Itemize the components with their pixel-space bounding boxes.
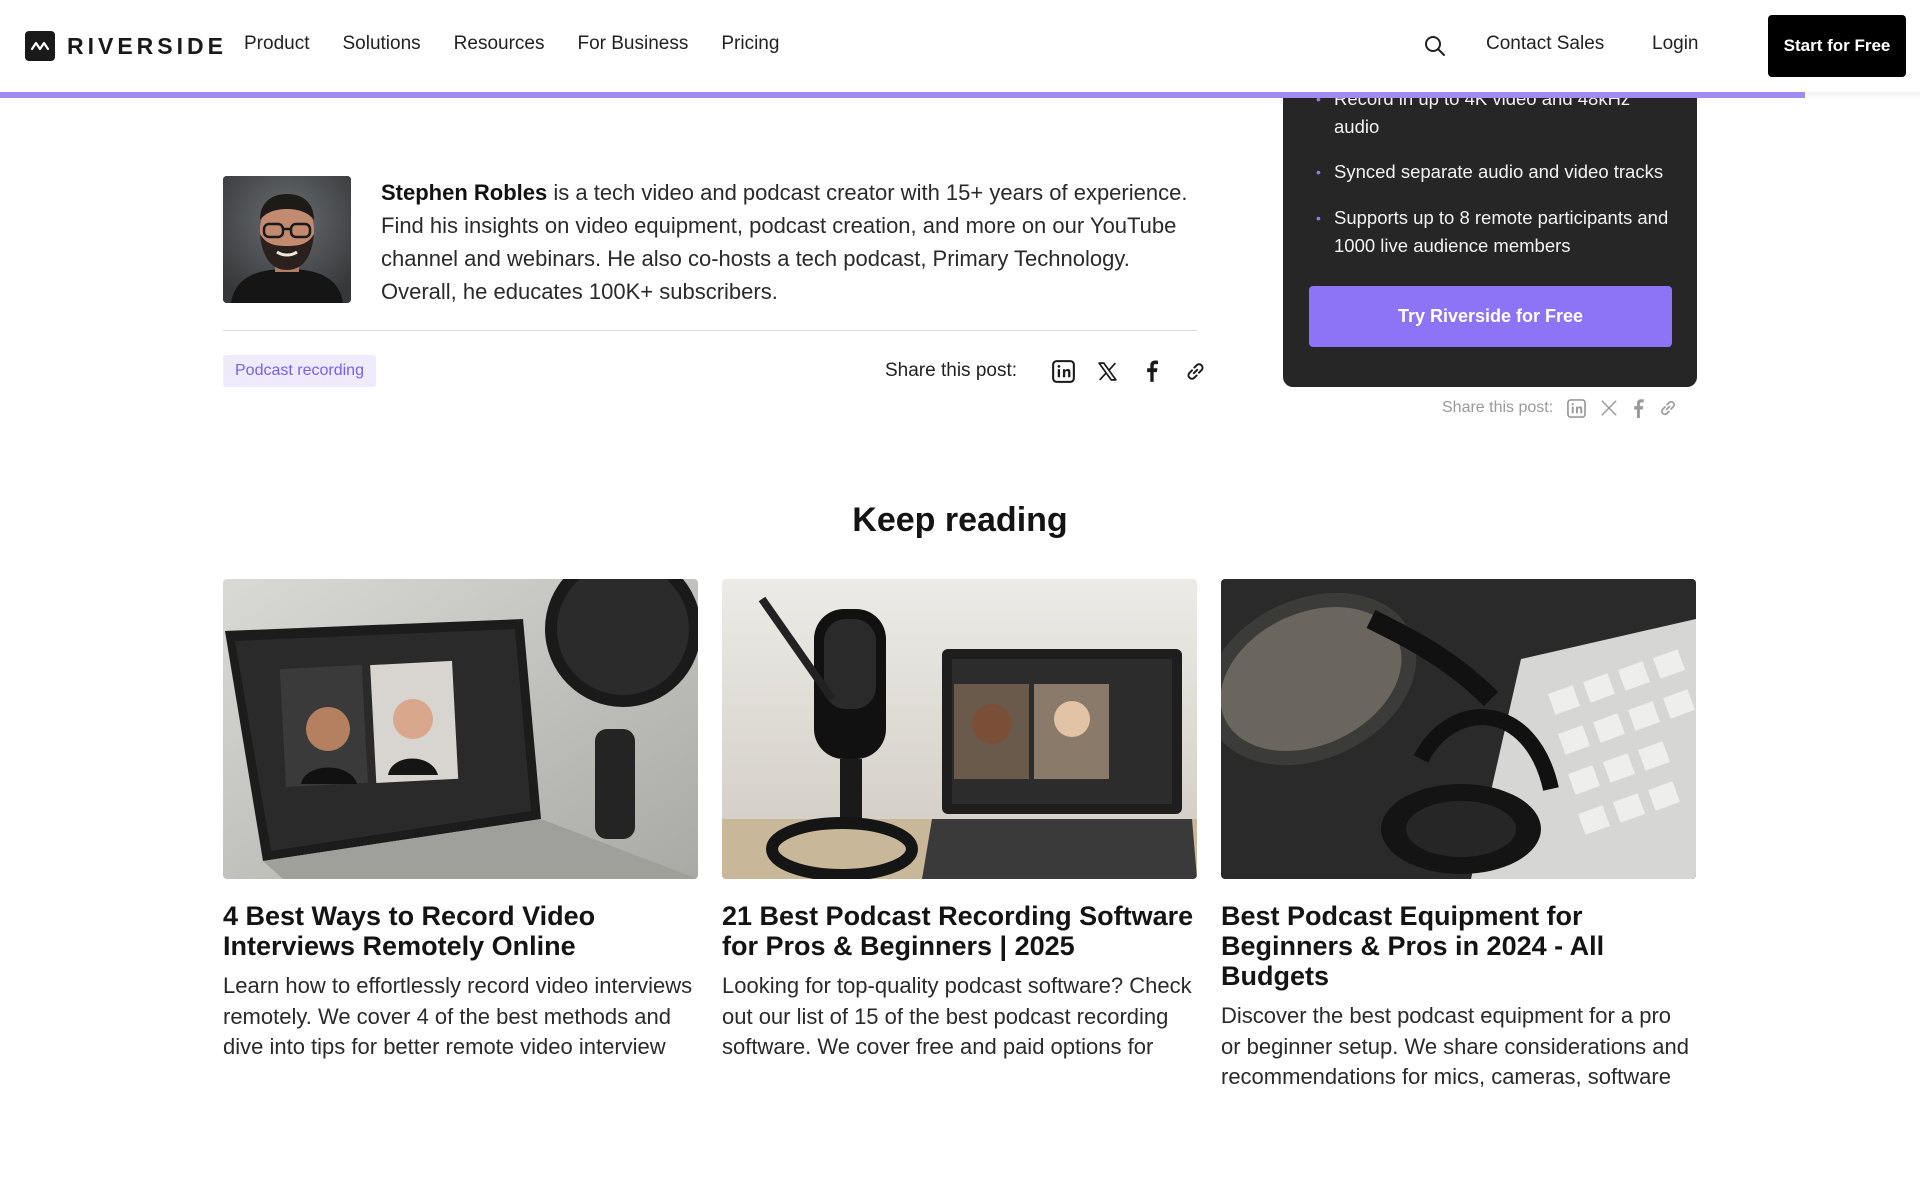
- article-title[interactable]: Best Podcast Equipment for Beginners & P…: [1221, 901, 1696, 991]
- category-tag[interactable]: Podcast recording: [223, 355, 376, 387]
- share-row: Share this post:: [885, 356, 1217, 386]
- share-label: Share this post:: [885, 360, 1018, 381]
- article-card[interactable]: Best Podcast Equipment for Beginners & P…: [1221, 579, 1696, 1093]
- nav-product[interactable]: Product: [244, 33, 309, 55]
- author-name[interactable]: Stephen Robles: [381, 180, 547, 205]
- divider: [223, 330, 1197, 331]
- facebook-icon[interactable]: [1129, 356, 1173, 386]
- copy-link-icon[interactable]: [1173, 356, 1217, 386]
- riverside-logo-mark-icon: [25, 31, 55, 61]
- logo-text: RIVERSIDE: [67, 32, 227, 59]
- article-title[interactable]: 21 Best Podcast Recording Software for P…: [722, 901, 1197, 961]
- article-thumbnail[interactable]: [1221, 579, 1696, 879]
- nav-pricing[interactable]: Pricing: [721, 33, 779, 55]
- article-description: Learn how to effortlessly record video i…: [223, 973, 693, 1059]
- article-description: Looking for top-quality podcast software…: [722, 973, 1192, 1059]
- keep-reading-heading: Keep reading: [852, 501, 1068, 539]
- linkedin-icon[interactable]: [1567, 398, 1587, 418]
- author-avatar: [223, 176, 351, 303]
- riverside-logo[interactable]: RIVERSIDE: [25, 31, 227, 61]
- sidebar-share-label: Share this post:: [1442, 399, 1554, 416]
- site-header: RIVERSIDE Product Solutions Resources Fo…: [0, 0, 1920, 92]
- main-nav: Product Solutions Resources For Business…: [244, 33, 779, 55]
- nav-solutions[interactable]: Solutions: [342, 33, 420, 55]
- article-card[interactable]: 21 Best Podcast Recording Software for P…: [722, 579, 1197, 1063]
- start-for-free-button[interactable]: Start for Free: [1768, 15, 1906, 77]
- x-icon[interactable]: [1600, 399, 1618, 417]
- feature-bullet: Supports up to 8 remote participants and…: [1316, 204, 1674, 260]
- sidebar-share-row: Share this post:: [1442, 398, 1678, 418]
- feature-bullet: Synced separate audio and video tracks: [1316, 158, 1663, 186]
- search-icon[interactable]: [1424, 35, 1446, 62]
- x-icon[interactable]: [1085, 356, 1129, 386]
- copy-link-icon[interactable]: [1658, 398, 1678, 418]
- nav-resources[interactable]: Resources: [454, 33, 545, 55]
- linkedin-icon[interactable]: [1041, 356, 1085, 386]
- contact-sales-link[interactable]: Contact Sales: [1486, 33, 1604, 55]
- author-bio: Stephen Robles is a tech video and podca…: [381, 176, 1201, 308]
- reading-progress-bar: [0, 92, 1805, 98]
- facebook-icon[interactable]: [1632, 398, 1644, 418]
- login-link[interactable]: Login: [1652, 33, 1699, 55]
- article-title[interactable]: 4 Best Ways to Record Video Interviews R…: [223, 901, 698, 961]
- nav-for-business[interactable]: For Business: [577, 33, 688, 55]
- article-description: Discover the best podcast equipment for …: [1221, 1003, 1689, 1089]
- article-card[interactable]: 4 Best Ways to Record Video Interviews R…: [223, 579, 698, 1063]
- article-thumbnail[interactable]: [722, 579, 1197, 879]
- article-thumbnail[interactable]: [223, 579, 698, 879]
- try-riverside-button[interactable]: Try Riverside for Free: [1309, 286, 1672, 347]
